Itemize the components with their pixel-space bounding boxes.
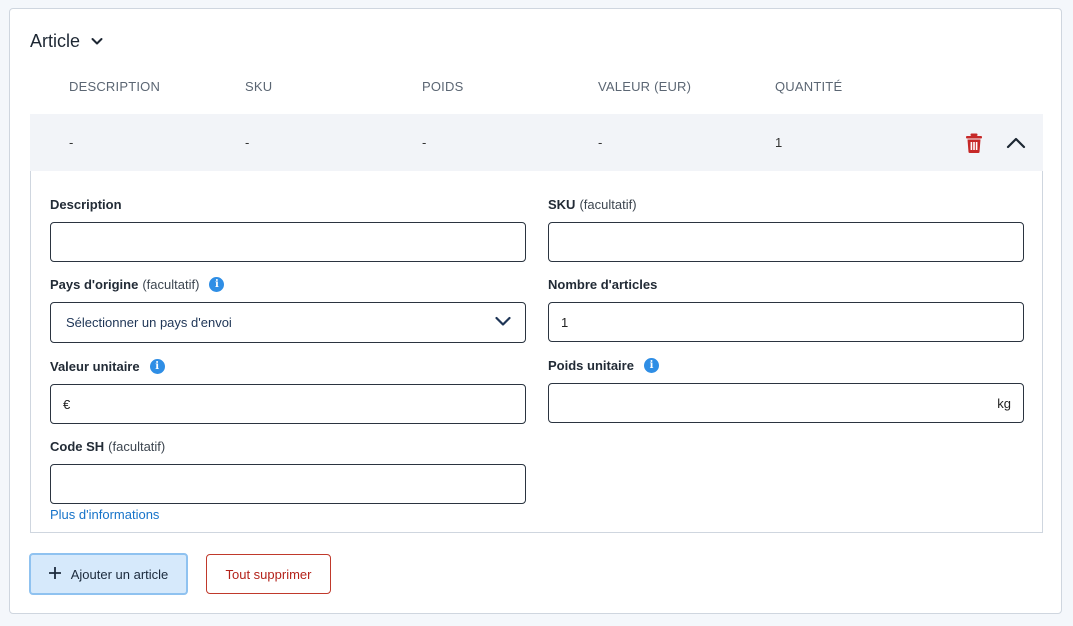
plus-icon [48,566,62,582]
article-section-toggle[interactable]: Article [30,29,104,53]
header-description: DESCRIPTION [69,79,161,94]
count-label: Nombre d'articles [548,276,658,292]
header-weight: POIDS [422,79,464,94]
unit-weight-field[interactable]: kg [548,383,1024,423]
origin-select-value: Sélectionner un pays d'envoi [66,315,232,330]
header-sku: SKU [245,79,273,94]
info-icon[interactable]: i [149,358,165,374]
sku-input[interactable] [561,223,1011,261]
count-field[interactable] [548,302,1024,342]
origin-label: Pays d'origine (facultatif) i [50,275,225,293]
sku-label: SKU (facultatif) [548,196,637,212]
unit-weight-input[interactable] [561,384,994,422]
header-value: VALEUR (EUR) [598,79,692,94]
currency-prefix: € [63,396,71,412]
info-icon[interactable]: i [209,276,225,292]
weight-unit-suffix: kg [997,395,1011,411]
origin-country-select[interactable]: Sélectionner un pays d'envoi [50,302,526,343]
chevron-down-icon [495,315,511,330]
table-header: DESCRIPTION SKU POIDS VALEUR (EUR) QUANT… [30,79,1043,99]
description-input[interactable] [63,223,513,261]
header-quantity: QUANTITÉ [775,79,843,94]
unit-value-label: Valeur unitaire i [50,357,165,375]
hs-code-input[interactable] [63,465,513,503]
unit-value-field[interactable]: € [50,384,526,424]
add-article-label: Ajouter un article [70,566,169,582]
description-label: Description [50,196,122,212]
count-input[interactable] [561,303,1011,341]
description-field[interactable] [50,222,526,262]
article-edit-panel: Description SKU (facultatif) Pays d'orig… [30,171,1043,533]
cell-description: - [69,135,74,150]
cell-weight: - [422,135,427,150]
unit-weight-label: Poids unitaire i [548,356,659,374]
cell-sku: - [245,135,250,150]
delete-all-button[interactable]: Tout supprimer [206,554,331,594]
hs-code-label: Code SH (facultatif) [50,438,166,454]
more-info-link[interactable]: Plus d'informations [50,507,159,522]
info-icon[interactable]: i [643,357,659,373]
article-card: Article DESCRIPTION SKU POIDS VALEUR (EU… [9,8,1062,614]
chevron-up-icon[interactable] [1005,134,1027,152]
trash-icon[interactable] [964,132,984,154]
hs-code-field[interactable] [50,464,526,504]
cell-value: - [598,135,603,150]
cell-quantity: 1 [775,135,783,150]
table-row: - - - - 1 [30,114,1043,171]
add-article-button[interactable]: Ajouter un article [29,553,188,595]
unit-value-input[interactable] [74,385,513,423]
section-title: Article [30,30,81,51]
sku-field[interactable] [548,222,1024,262]
chevron-down-icon [90,34,104,48]
